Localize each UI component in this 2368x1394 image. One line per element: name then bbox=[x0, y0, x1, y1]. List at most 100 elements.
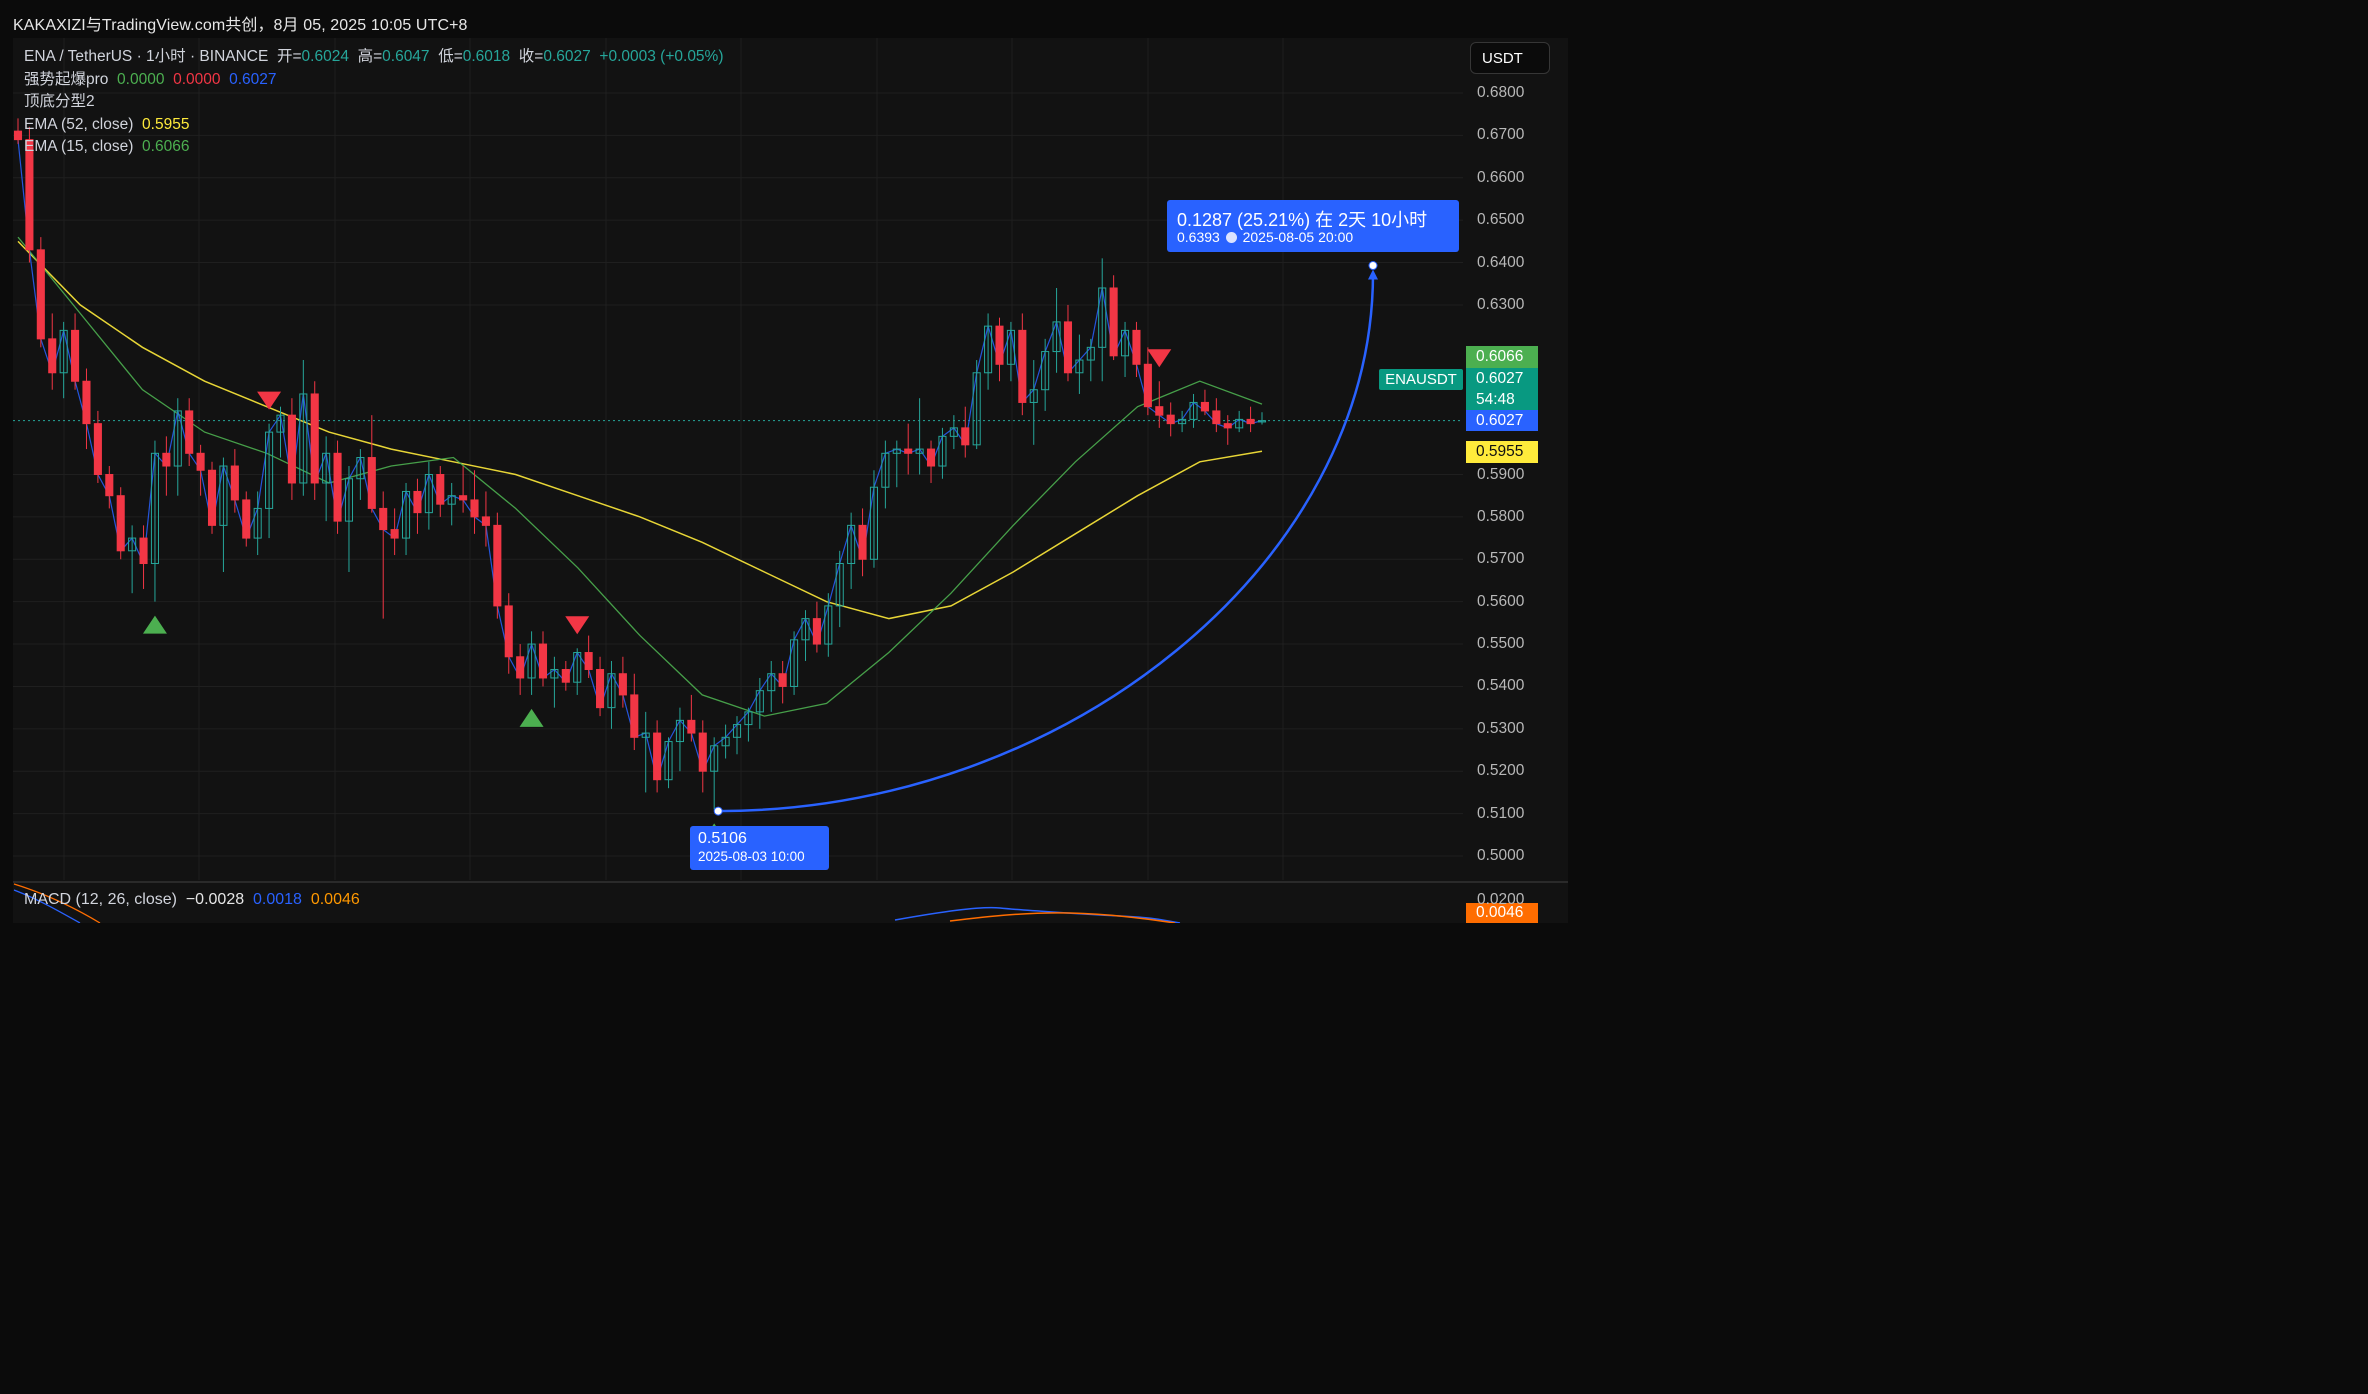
change-value: +0.0003 (+0.05%) bbox=[599, 48, 724, 65]
low-label: 低= bbox=[438, 48, 463, 65]
candle-body bbox=[185, 410, 194, 454]
candle-body bbox=[1109, 287, 1118, 357]
ema52-price-tag: 0.5955 bbox=[1466, 441, 1538, 463]
chart-legend: ENA / TetherUS · 1小时 · BINANCE 开=0.6024 … bbox=[24, 46, 724, 159]
candle-body bbox=[196, 452, 205, 471]
candle-body bbox=[139, 537, 148, 565]
macd-axis-tick: 0.0200 bbox=[1477, 891, 1525, 908]
indicator-value: 0.0000 bbox=[117, 70, 165, 88]
symbol-row[interactable]: ENA / TetherUS · 1小时 · BINANCE 开=0.6024 … bbox=[24, 46, 724, 69]
macd-line bbox=[894, 906, 1181, 923]
sell-signal-triangle bbox=[257, 391, 282, 410]
macd-legend[interactable]: MACD (12, 26, close) −0.0028 0.0018 0.00… bbox=[24, 891, 360, 909]
price-axis-tick: 0.5200 bbox=[1477, 762, 1525, 780]
measure-end-handle bbox=[1368, 261, 1378, 271]
measure-date: 2025-08-05 20:00 bbox=[1242, 229, 1354, 245]
candle-body bbox=[493, 524, 502, 607]
close-value: 0.6027 bbox=[543, 48, 591, 65]
macd-histogram: 0.0046 bbox=[310, 891, 360, 908]
indicator-name: 强势起爆pro bbox=[24, 70, 109, 88]
candle-body bbox=[287, 414, 296, 484]
candle-body bbox=[367, 457, 376, 509]
candle-body bbox=[812, 618, 821, 645]
candle-body bbox=[82, 380, 91, 425]
candle-body bbox=[504, 605, 513, 658]
candle-body bbox=[584, 652, 593, 670]
price-axis-tick: 0.6800 bbox=[1477, 84, 1525, 101]
price-axis-tick: 0.5500 bbox=[1477, 635, 1525, 653]
candle-body bbox=[961, 427, 970, 446]
symbol-name[interactable]: ENA / TetherUS · 1小时 · BINANCE bbox=[24, 48, 268, 65]
high-value: 0.6047 bbox=[382, 48, 430, 65]
macd-signal: 0.0018 bbox=[253, 891, 302, 908]
price-axis-tick: 0.5400 bbox=[1477, 677, 1525, 695]
price-axis-tick: 0.5100 bbox=[1477, 804, 1525, 822]
indicator-name: 顶底分型2 bbox=[24, 93, 95, 110]
candle-body bbox=[995, 325, 1004, 365]
last-price-countdown-tag: 0.6027 54:48 bbox=[1466, 368, 1538, 410]
macd-signal-line bbox=[949, 912, 1176, 923]
high-label: 高= bbox=[357, 48, 383, 65]
candle-body bbox=[1246, 418, 1255, 425]
candle-body bbox=[1132, 329, 1141, 365]
candle-body bbox=[698, 732, 707, 772]
candle-body bbox=[48, 338, 57, 374]
candle-body bbox=[71, 329, 80, 382]
indicator-row-2[interactable]: 顶底分型2 bbox=[24, 91, 724, 114]
open-label: 开= bbox=[276, 48, 302, 65]
ema52-row[interactable]: EMA (52, close) 0.5955 bbox=[24, 114, 724, 137]
price-axis-tick: 0.5700 bbox=[1477, 550, 1525, 568]
ema52-name: EMA (52, close) bbox=[24, 115, 134, 133]
candle-body bbox=[242, 499, 251, 539]
candle-body bbox=[538, 643, 548, 679]
candle-body bbox=[516, 656, 525, 679]
candle-body bbox=[379, 507, 388, 531]
price-axis-tick: 0.6700 bbox=[1477, 126, 1525, 144]
price-axis-tick: 0.6500 bbox=[1477, 211, 1525, 229]
measure-tooltip[interactable]: 0.1287 (25.21%) 在 2天 10小时 0.6393 2025-08… bbox=[1167, 200, 1459, 252]
buy-signal-triangle bbox=[142, 615, 167, 634]
low-price-tooltip[interactable]: 0.5106 2025-08-03 10:00 bbox=[690, 826, 829, 870]
ema52-value: 0.5955 bbox=[142, 115, 190, 133]
indicator-value: 0.6027 bbox=[229, 70, 277, 88]
candle-body bbox=[162, 452, 171, 467]
indicator-row-1[interactable]: 强势起爆pro 0.0000 0.0000 0.6027 bbox=[24, 69, 724, 92]
ema15-price-tag: 0.6066 bbox=[1466, 346, 1538, 368]
candle-body bbox=[93, 423, 102, 475]
measure-start-handle bbox=[713, 806, 723, 816]
candle-body bbox=[105, 474, 114, 497]
measure-detail: 0.6393 2025-08-05 20:00 bbox=[1177, 229, 1353, 245]
ema15-row[interactable]: EMA (15, close) 0.6066 bbox=[24, 136, 724, 159]
low-date: 2025-08-03 10:00 bbox=[698, 849, 805, 864]
open-value: 0.6024 bbox=[301, 48, 349, 65]
candle-body bbox=[481, 516, 490, 526]
price-axis-tick: 0.6300 bbox=[1477, 295, 1525, 313]
candle-body bbox=[13, 130, 23, 141]
candle-body bbox=[1166, 414, 1175, 425]
candle-body bbox=[687, 719, 696, 734]
measure-price: 0.6393 bbox=[1177, 229, 1220, 245]
ema15-value: 0.6066 bbox=[142, 138, 190, 155]
ema52-line bbox=[17, 240, 1263, 620]
candle-body bbox=[1018, 329, 1027, 403]
price-axis-tick: 0.5600 bbox=[1477, 592, 1525, 610]
price-axis-tick: 0.5900 bbox=[1477, 465, 1525, 483]
candle-body bbox=[618, 673, 627, 696]
candle-body bbox=[390, 529, 399, 539]
candle-body bbox=[459, 495, 468, 501]
low-price: 0.5106 bbox=[698, 830, 747, 847]
clock-icon bbox=[1225, 232, 1237, 243]
candle-body bbox=[333, 452, 342, 522]
candle-body bbox=[1223, 423, 1232, 429]
currency-button[interactable]: USDT bbox=[1470, 42, 1550, 74]
candle-body bbox=[778, 673, 787, 687]
macd-value: −0.0028 bbox=[185, 891, 245, 908]
candle-body bbox=[926, 448, 936, 467]
close-label: 收= bbox=[518, 48, 544, 65]
candle-body bbox=[653, 732, 662, 781]
ema15-name: EMA (15, close) bbox=[24, 138, 134, 155]
candle-body bbox=[1063, 321, 1073, 374]
crosshair-price-tag: 0.6027 bbox=[1466, 410, 1538, 431]
candle-body bbox=[36, 249, 45, 340]
candle-body bbox=[904, 448, 913, 454]
